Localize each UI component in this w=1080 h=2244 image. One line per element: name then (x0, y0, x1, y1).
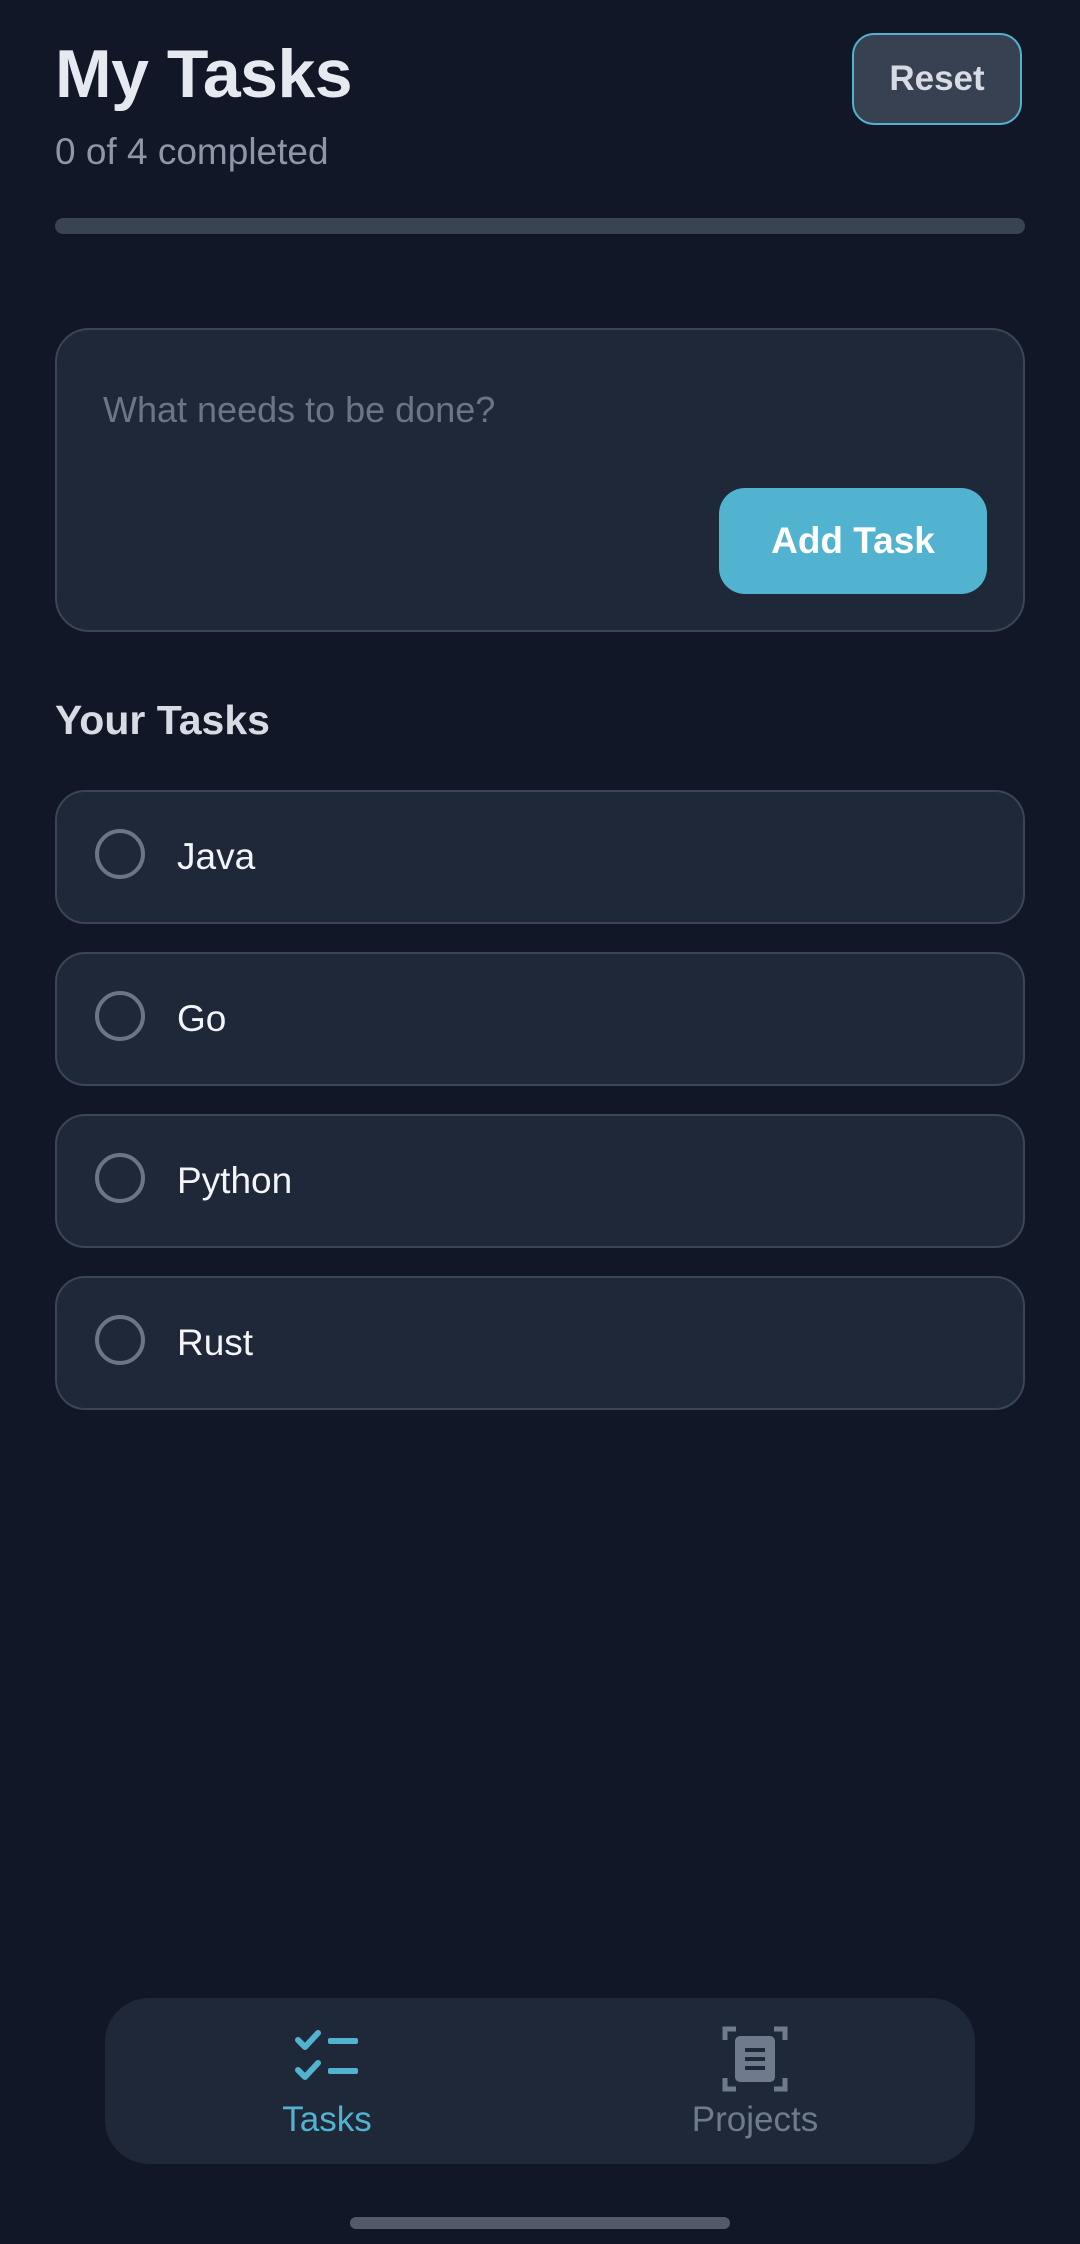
add-task-button[interactable]: Add Task (719, 488, 987, 594)
tasks-section-heading: Your Tasks (55, 697, 270, 743)
task-label: Rust (177, 1322, 254, 1363)
nav-label-projects: Projects (691, 2100, 819, 2139)
nav-label-tasks: Tasks (282, 2100, 372, 2139)
task-checkbox[interactable] (95, 1153, 145, 1203)
task-label: Java (177, 836, 256, 877)
task-checkbox[interactable] (95, 1315, 145, 1365)
nav-item-projects[interactable]: Projects (605, 1998, 905, 2164)
nav-item-tasks[interactable]: Tasks (177, 1998, 477, 2164)
task-item[interactable]: Rust (55, 1276, 1025, 1410)
progress-bar (55, 218, 1025, 234)
task-item[interactable]: Python (55, 1114, 1025, 1248)
progress-text: 0 of 4 completed (55, 131, 329, 172)
app-screen: My Tasks 0 of 4 completed Reset Add Task… (0, 0, 1080, 2244)
task-item[interactable]: Java (55, 790, 1025, 924)
reset-button[interactable]: Reset (852, 33, 1022, 125)
task-list: Java Go Python Rust (55, 790, 1025, 1438)
new-task-card: Add Task (55, 328, 1025, 632)
checklist-icon (295, 2030, 358, 2080)
home-indicator[interactable] (350, 2217, 730, 2229)
bottom-nav: Tasks Projects (105, 1998, 975, 2164)
document-icon (722, 2026, 788, 2092)
task-label: Python (177, 1160, 293, 1201)
page-title: My Tasks (55, 36, 353, 112)
new-task-input[interactable] (103, 382, 973, 438)
task-item[interactable]: Go (55, 952, 1025, 1086)
task-checkbox[interactable] (95, 829, 145, 879)
task-checkbox[interactable] (95, 991, 145, 1041)
task-label: Go (177, 998, 227, 1039)
